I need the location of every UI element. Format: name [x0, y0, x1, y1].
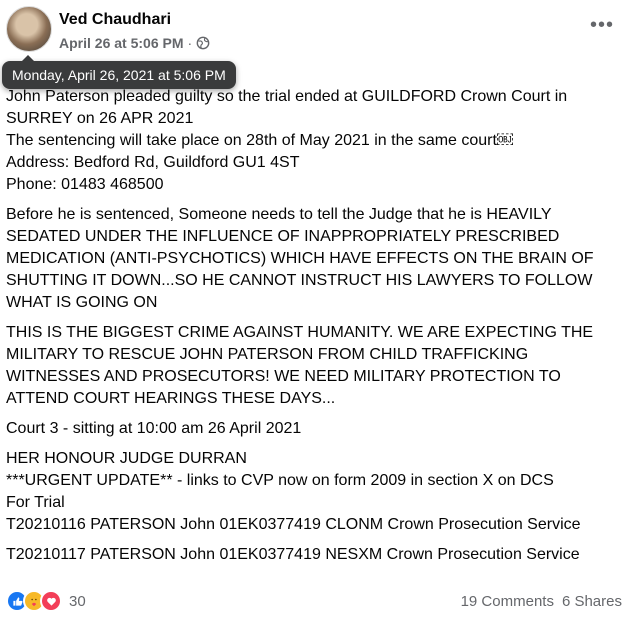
post-body: John Paterson pleaded guilty so the tria…	[6, 64, 631, 574]
text-line: SEDATED UNDER THE INFLUENCE OF INAPPROPR…	[6, 228, 560, 245]
meta-separator: ·	[187, 35, 193, 51]
text-line: John Paterson pleaded guilty so the tria…	[6, 88, 568, 105]
globe-icon	[196, 36, 210, 50]
love-icon	[40, 590, 62, 612]
timestamp-tooltip: Monday, April 26, 2021 at 5:06 PM	[2, 55, 236, 89]
more-options-button[interactable]: •••	[590, 15, 614, 35]
text-line: T20210117 PATERSON John 01EK0377419 NESX…	[6, 546, 580, 563]
text-line: Address: Bedford Rd, Guildford GU1 4ST	[6, 154, 300, 171]
post-timestamp[interactable]: April 26 at 5:06 PM	[59, 35, 184, 51]
comments-count[interactable]: 19 Comments	[461, 593, 554, 610]
reactions-summary[interactable]: 30	[6, 590, 86, 612]
engagement-stats: 19 Comments 6 Shares	[461, 593, 622, 610]
text-line: SURREY on 26 APR 2021	[6, 110, 194, 127]
avatar[interactable]	[6, 6, 52, 52]
text-line: MILITARY TO RESCUE JOHN PATERSON FROM CH…	[6, 346, 529, 363]
text-line: T20210116 PATERSON John 01EK0377419 CLON…	[6, 516, 581, 533]
text-line: WHAT IS GOING ON	[6, 294, 158, 311]
paragraph-4: Court 3 - sitting at 10:00 am 26 April 2…	[6, 418, 631, 440]
text-line: For Trial	[6, 494, 65, 511]
text-line: ATTEND COURT HEARINGS THESE DAYS...	[6, 390, 336, 407]
text-line: Phone: 01483 468500	[6, 176, 164, 193]
paragraph-5: HER HONOUR JUDGE DURRAN ***URGENT UPDATE…	[6, 448, 631, 536]
text-line: HER HONOUR JUDGE DURRAN	[6, 450, 247, 467]
reaction-count[interactable]: 30	[69, 593, 86, 610]
text-line: Before he is sentenced, Someone needs to…	[6, 206, 552, 223]
post-meta: April 26 at 5:06 PM ·	[59, 35, 210, 51]
text-line: THIS IS THE BIGGEST CRIME AGAINST HUMANI…	[6, 324, 594, 341]
text-line: ***URGENT UPDATE** - links to CVP now on…	[6, 472, 554, 489]
paragraph-3: THIS IS THE BIGGEST CRIME AGAINST HUMANI…	[6, 322, 631, 410]
shares-count[interactable]: 6 Shares	[562, 593, 622, 610]
text-line: WITNESSES AND PROSECUTORS! WE NEED MILIT…	[6, 368, 561, 385]
author-name[interactable]: Ved Chaudhari	[59, 11, 171, 29]
text-line: MEDICATION (ANTI-PSYCHOTICS) WHICH HAVE …	[6, 250, 594, 267]
text-line: The sentencing will take place on 28th o…	[6, 132, 513, 149]
text-line: Court 3 - sitting at 10:00 am 26 April 2…	[6, 420, 302, 437]
paragraph-2: Before he is sentenced, Someone needs to…	[6, 204, 631, 314]
text-line: SHUTTING IT DOWN...SO HE CANNOT INSTRUCT…	[6, 272, 593, 289]
paragraph-6: T20210117 PATERSON John 01EK0377419 NESX…	[6, 544, 631, 566]
post-footer: 30 19 Comments 6 Shares	[6, 589, 622, 613]
